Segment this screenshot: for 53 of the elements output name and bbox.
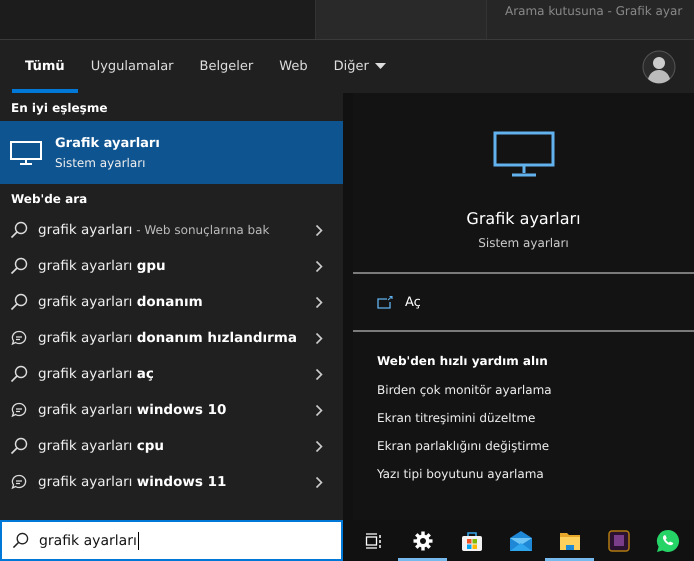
help-link[interactable]: Ekran parlaklığını değiştirme	[353, 432, 694, 460]
help-link[interactable]: Birden çok monitör ayarlama	[353, 376, 694, 404]
search-field[interactable]: grafik ayarları	[0, 520, 343, 561]
open-window-icon	[377, 296, 393, 308]
app-icon	[608, 530, 630, 552]
open-action[interactable]: Aç	[353, 274, 694, 330]
chevron-icon	[315, 296, 323, 308]
search-icon	[10, 293, 28, 311]
search-suggestion[interactable]: grafik ayarları gpu	[0, 248, 343, 284]
chevron-icon	[315, 476, 323, 488]
envelope-icon	[508, 530, 532, 552]
search-suggestion[interactable]: grafik ayarları donanım hızlandırma	[0, 320, 343, 356]
task-view-icon	[364, 532, 382, 548]
chat-bubble-icon	[10, 401, 28, 419]
chat-bubble-icon	[10, 329, 28, 347]
help-link[interactable]: Yazı tipi boyutunu ayarlama	[353, 460, 694, 488]
folder-icon	[558, 530, 580, 550]
chevron-icon	[315, 368, 323, 380]
tab[interactable]: Uygulamalar	[78, 40, 187, 93]
help-heading: Web'den hızlı yardım alın	[376, 353, 549, 370]
chevron-icon	[315, 404, 323, 416]
search-suggestion[interactable]: grafik ayarları donanım	[0, 284, 343, 320]
search-suggestion[interactable]: grafik ayarları aç	[0, 356, 343, 392]
chevron-icon	[315, 332, 323, 344]
tab[interactable]: Diğer	[320, 40, 399, 93]
window-caption: Arama kutusuna - Grafik ayar	[505, 4, 682, 18]
tab[interactable]: Belgeler	[186, 40, 266, 93]
avatar-icon[interactable]	[642, 50, 676, 84]
chevron-icon	[315, 224, 323, 236]
settings-icon	[412, 530, 432, 550]
tab[interactable]: Web	[266, 40, 321, 93]
best-match-item[interactable]: Grafik ayarları Sistem ayarları	[0, 121, 343, 184]
search-icon	[10, 437, 28, 455]
search-suggestion[interactable]: grafik ayarları windows 11	[0, 464, 343, 500]
search-icon	[10, 221, 28, 239]
phone-bubble-icon	[656, 528, 680, 552]
preview-title: Grafik ayarları	[466, 209, 581, 228]
search-icon	[10, 365, 28, 383]
chevron-icon	[315, 440, 323, 452]
search-icon	[12, 532, 29, 549]
section-heading: En iyi eşleşme	[10, 100, 108, 117]
chat-bubble-icon	[10, 473, 28, 491]
monitor-icon	[10, 140, 42, 164]
preview-subtitle: Sistem ayarları	[478, 236, 569, 250]
store-bag-icon	[460, 530, 482, 552]
search-suggestion[interactable]: grafik ayarları - Web sonuçlarına bak	[0, 212, 343, 248]
search-icon	[10, 257, 28, 275]
search-suggestion[interactable]: grafik ayarları windows 10	[0, 392, 343, 428]
monitor-icon	[492, 131, 554, 177]
search-suggestion[interactable]: grafik ayarları cpu	[0, 428, 343, 464]
chevron-icon	[315, 260, 323, 272]
help-link[interactable]: Ekran titreşimini düzeltme	[353, 404, 694, 432]
section-heading: Web'de ara	[10, 191, 88, 208]
